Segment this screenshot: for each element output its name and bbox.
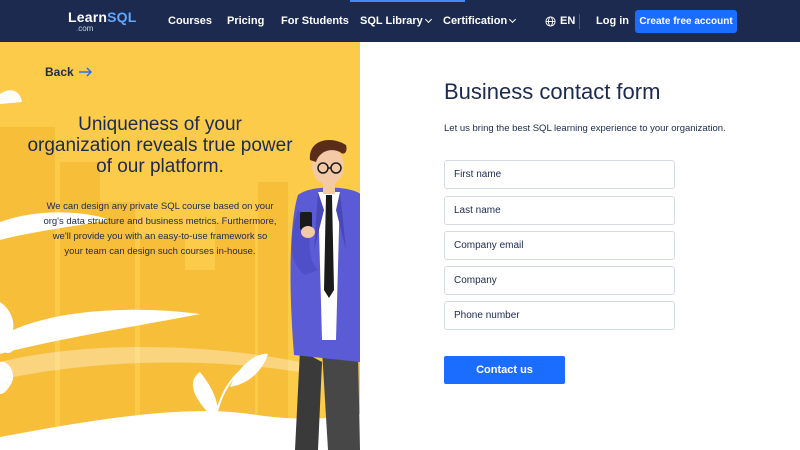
login-label: Log in	[596, 15, 629, 27]
logo-wordmark: LearnSQL	[68, 10, 137, 24]
hero-description-line: your team can design such courses in-hou…	[64, 246, 256, 257]
login-link[interactable]: Log in	[596, 15, 629, 28]
last-name-field[interactable]	[444, 196, 675, 225]
hero-description: We can design any private SQL course bas…	[40, 199, 280, 259]
form-title: Business contact form	[444, 79, 661, 104]
phone-number-field[interactable]	[444, 301, 675, 330]
hero-description-line: org's data structure and business metric…	[43, 216, 277, 227]
chevron-down-icon	[509, 15, 517, 24]
nav-item-label: For Students	[281, 15, 349, 27]
nav-item-label: Courses	[168, 15, 213, 27]
logo-text-learn: Learn	[68, 9, 108, 25]
logo-domain: .com	[76, 24, 94, 33]
language-selector[interactable]: EN	[545, 15, 575, 27]
nav-item-label: Certification	[443, 15, 508, 27]
hero-description-line: we'll provide you with an easy-to-use fr…	[52, 231, 268, 242]
nav-active-indicator	[350, 0, 465, 2]
hero-headline-line: Uniqueness of your	[78, 114, 242, 135]
hero-description-line: We can design any private SQL course bas…	[46, 201, 274, 212]
nav-item-sql-library[interactable]: SQL Library	[360, 15, 432, 28]
first-name-field[interactable]	[444, 160, 675, 189]
nav-item-for-students[interactable]: For Students	[281, 15, 349, 28]
nav-item-label: Pricing	[227, 15, 265, 27]
nav-item-courses[interactable]: Courses	[168, 15, 212, 28]
contact-us-button[interactable]: Contact us	[444, 356, 565, 384]
company-field[interactable]	[444, 266, 675, 295]
logo-text-sql: SQL	[107, 9, 137, 25]
chevron-down-icon	[424, 15, 432, 24]
arrow-right-icon	[78, 67, 92, 77]
nav-item-pricing[interactable]: Pricing	[227, 15, 264, 28]
back-link[interactable]: Back	[45, 65, 93, 79]
company-email-field[interactable]	[444, 231, 675, 260]
cta-label: Create free account	[639, 16, 733, 27]
create-free-account-button[interactable]: Create free account	[635, 10, 737, 33]
logo-domain-text: com	[78, 24, 94, 33]
hero-headline-line: organization reveals true power	[27, 135, 293, 156]
businessman-illustration	[290, 140, 360, 450]
nav-item-label: SQL Library	[360, 15, 423, 27]
language-label: EN	[560, 15, 576, 27]
nav-item-certification[interactable]: Certification	[443, 15, 517, 28]
nav-divider	[579, 14, 580, 29]
hero-panel: Back Uniqueness of your organization rev…	[0, 42, 360, 450]
back-label: Back	[45, 65, 74, 79]
hero-headline: Uniqueness of your organization reveals …	[20, 114, 300, 177]
hero-headline-line: of our platform.	[96, 156, 224, 177]
globe-icon	[545, 15, 556, 27]
learnsql-logo[interactable]: LearnSQL .com	[68, 10, 137, 33]
form-subtitle: Let us bring the best SQL learning exper…	[444, 123, 726, 134]
top-navigation: LearnSQL .com Courses Pricing For Studen…	[0, 0, 800, 42]
